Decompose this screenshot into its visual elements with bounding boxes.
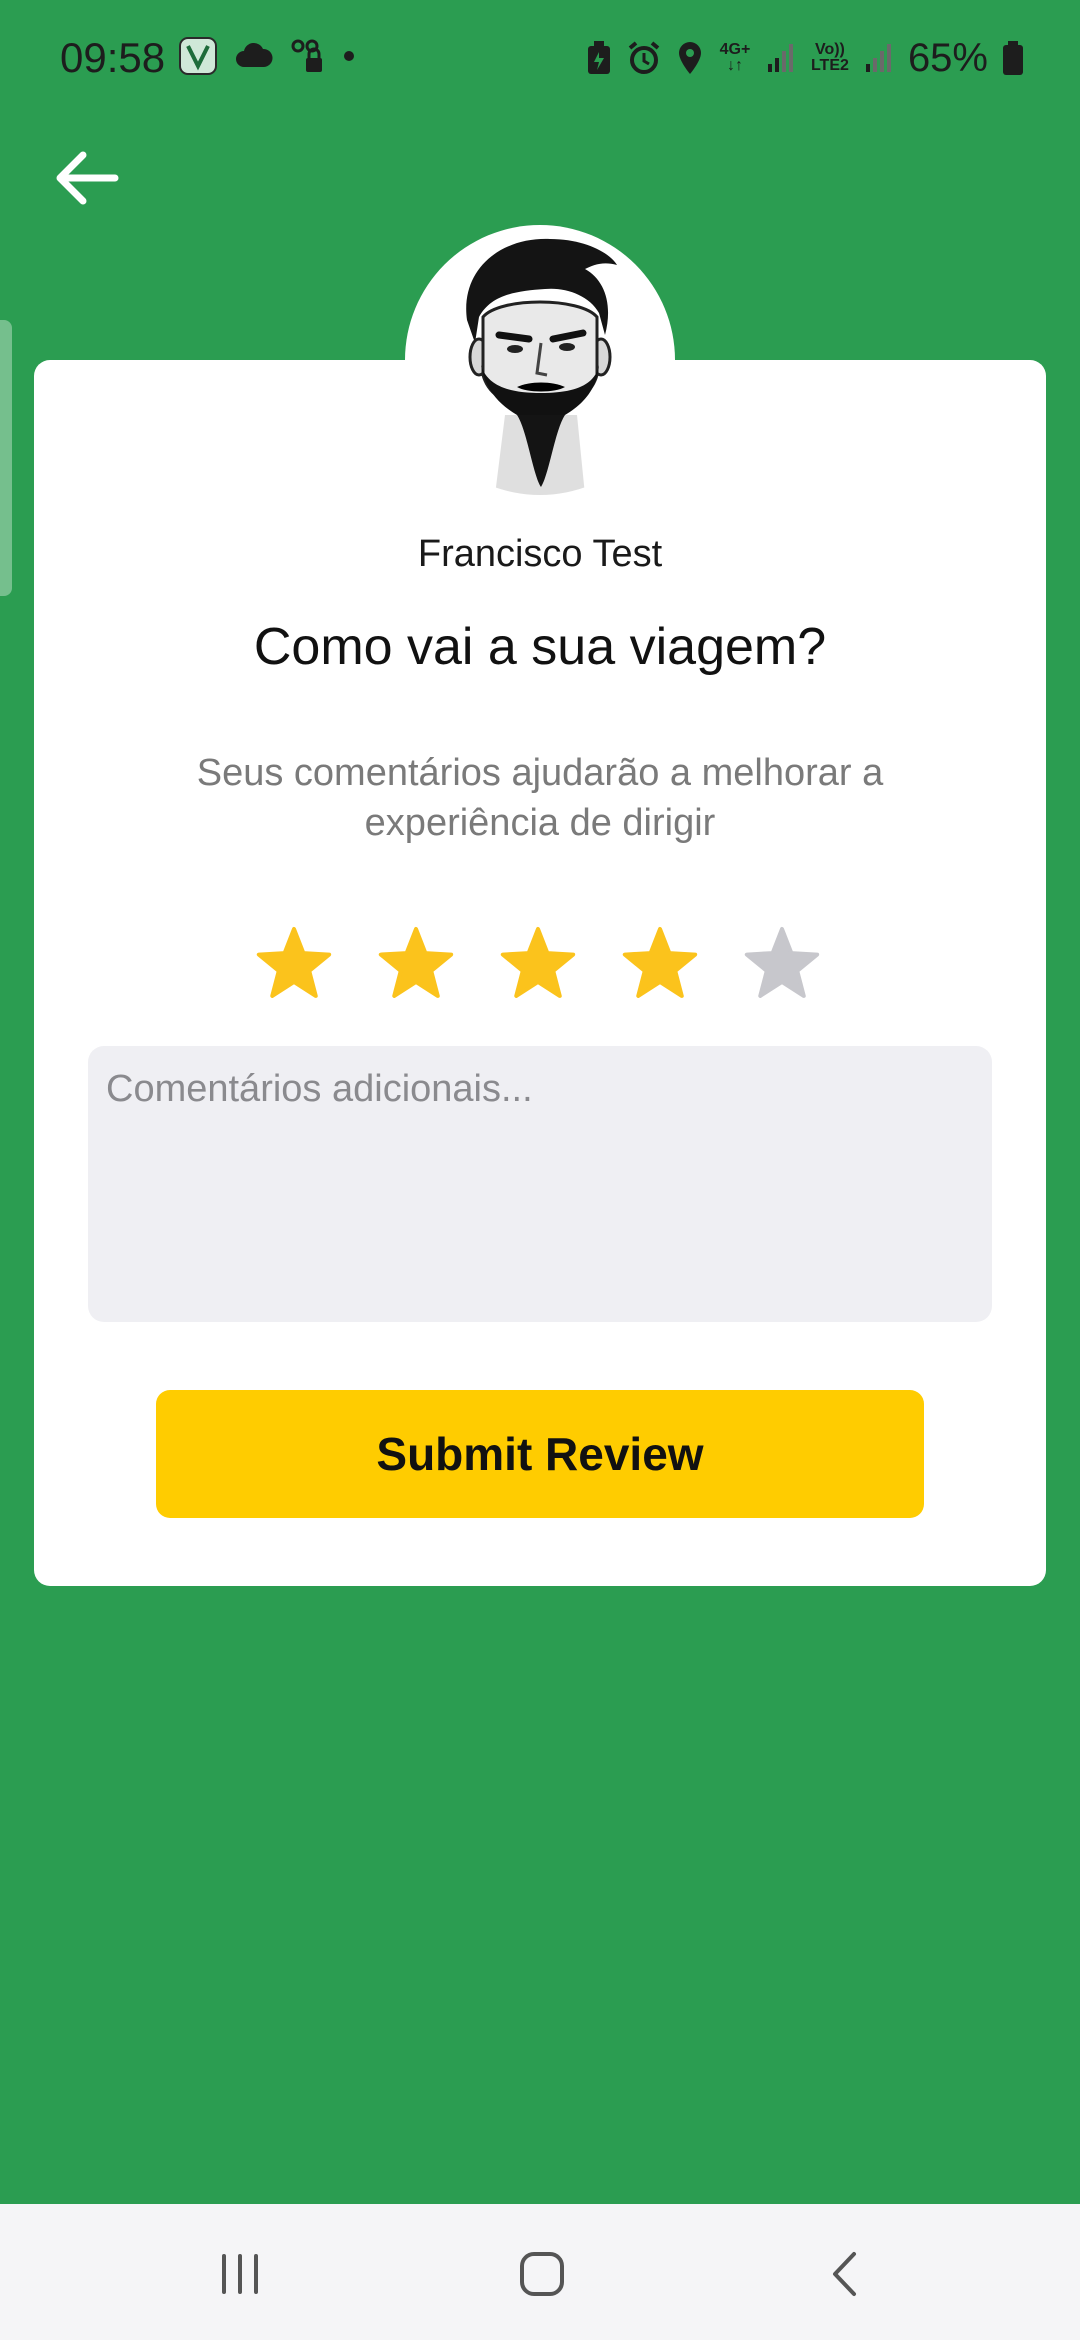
edge-panel-handle[interactable]	[0, 320, 12, 596]
signal-icon	[767, 44, 793, 72]
status-system-icons: 4G+ ↓↑ Vo)) LTE2 65%	[586, 30, 1024, 86]
submit-review-button[interactable]: Submit Review	[156, 1390, 924, 1518]
review-subtitle: Seus comentários ajudarão a melhorar a e…	[196, 752, 884, 844]
recent-apps-button[interactable]	[200, 2234, 280, 2314]
bearded-man-avatar-icon	[466, 238, 617, 495]
arrow-left-icon	[56, 151, 119, 205]
review-question: Como vai a sua viagem?	[253, 618, 827, 676]
cloud-icon	[236, 42, 273, 67]
star-1-icon[interactable]	[254, 924, 334, 1004]
location-icon	[678, 42, 701, 74]
status-time: 09:58	[60, 34, 166, 81]
driver-name: Francisco Test	[417, 533, 663, 575]
status-bar: 09:58 4G+ ↓↑ Vo)) LTE2 65%	[0, 0, 1080, 116]
star-5-icon[interactable]	[742, 924, 822, 1004]
navigation-bar	[0, 2204, 1080, 2340]
network-lte2-label: LTE2	[810, 57, 849, 74]
comments-input[interactable]	[88, 1046, 992, 1322]
system-back-button[interactable]	[806, 2234, 886, 2314]
arrows-icon: ↓↑	[726, 57, 743, 74]
home-button[interactable]	[502, 2234, 582, 2314]
back-button[interactable]	[44, 136, 128, 220]
dot-icon	[344, 51, 354, 61]
star-4-icon[interactable]	[620, 924, 700, 1004]
home-icon	[520, 2252, 564, 2296]
status-notification-icons	[178, 36, 356, 76]
battery-percentage: 65%	[907, 36, 988, 80]
network-4g-label: 4G+	[719, 41, 751, 58]
voicemail-lock-icon	[291, 39, 322, 72]
network-4g-indicator: 4G+ ↓↑	[718, 42, 752, 74]
signal-icon-2	[865, 44, 891, 72]
network-volte-label: Vo))	[814, 41, 845, 58]
star-3-icon[interactable]	[498, 924, 578, 1004]
recent-apps-icon	[222, 2254, 258, 2294]
battery-icon	[1003, 41, 1023, 75]
network-lte-indicator: Vo)) LTE2	[810, 42, 850, 74]
alarm-icon	[628, 41, 660, 74]
battery-saver-icon	[587, 41, 610, 74]
star-rating	[254, 924, 834, 1004]
chevron-left-icon	[833, 2252, 856, 2296]
app-notification-icon	[179, 37, 217, 75]
star-2-icon[interactable]	[376, 924, 456, 1004]
driver-avatar	[405, 225, 675, 495]
